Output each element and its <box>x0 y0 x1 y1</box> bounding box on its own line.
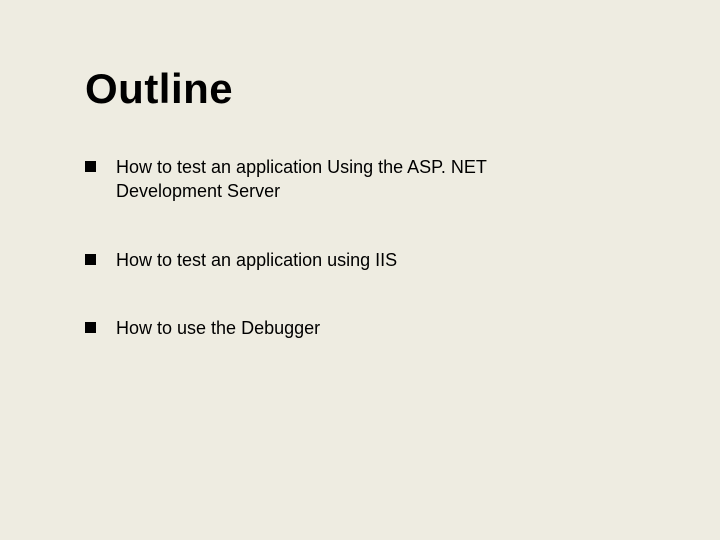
list-item: How to test an application Using the ASP… <box>85 155 565 204</box>
page-title: Outline <box>85 65 635 113</box>
bullet-list: How to test an application Using the ASP… <box>85 155 565 340</box>
list-item: How to test an application using IIS <box>85 248 565 272</box>
square-bullet-icon <box>85 254 96 265</box>
list-item: How to use the Debugger <box>85 316 565 340</box>
square-bullet-icon <box>85 322 96 333</box>
list-item-text: How to test an application Using the ASP… <box>116 155 565 204</box>
square-bullet-icon <box>85 161 96 172</box>
slide: Outline How to test an application Using… <box>0 0 720 540</box>
list-item-text: How to test an application using IIS <box>116 248 565 272</box>
list-item-text: How to use the Debugger <box>116 316 565 340</box>
